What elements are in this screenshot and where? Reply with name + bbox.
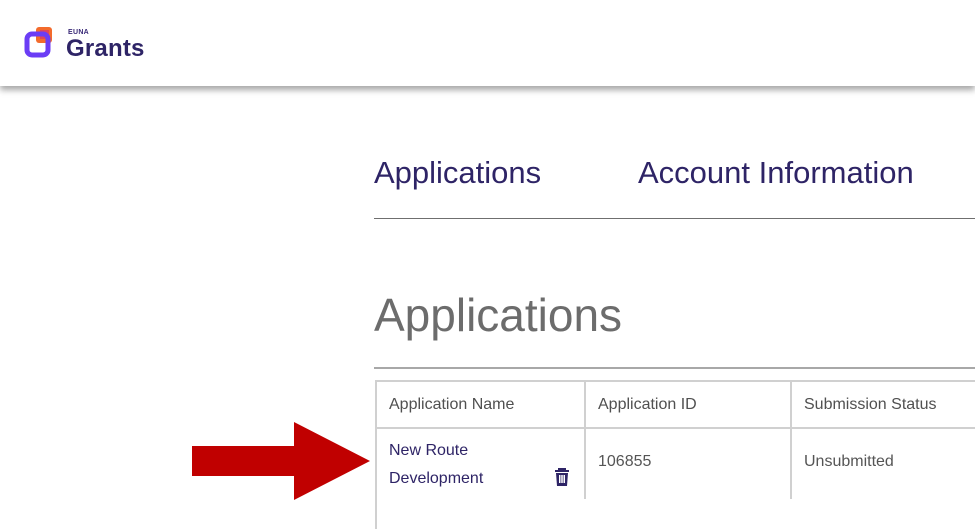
submission-status: Unsubmitted (804, 453, 894, 470)
arrow-right-icon (192, 422, 370, 500)
tab-account-information[interactable]: Account Information (638, 155, 914, 191)
title-divider (374, 367, 975, 369)
euna-logo-icon (24, 27, 52, 58)
application-name-line1: New Route (389, 442, 469, 459)
logo-wordmark: Grants (66, 35, 145, 62)
column-header-application-id[interactable]: Application ID (586, 382, 792, 429)
tab-applications[interactable]: Applications (374, 155, 541, 191)
column-header-application-name[interactable]: Application Name (377, 382, 586, 429)
column-header-submission-status[interactable]: Submission Status (792, 382, 975, 429)
nav-tabs: Applications Account Information (374, 150, 975, 219)
trash-icon[interactable] (554, 468, 570, 486)
applications-table: Application Name Application ID Submissi… (375, 380, 975, 529)
app-header: EUNA Grants (0, 0, 975, 86)
application-name-link[interactable]: New Route Development (389, 437, 509, 493)
euna-grants-logo[interactable]: EUNA Grants (24, 26, 174, 66)
application-id: 106855 (598, 453, 652, 470)
table-row: New Route Development 106855 Unsubmitted (377, 431, 975, 499)
application-name-line2: Development (389, 470, 484, 487)
page-title: Applications (374, 289, 623, 341)
